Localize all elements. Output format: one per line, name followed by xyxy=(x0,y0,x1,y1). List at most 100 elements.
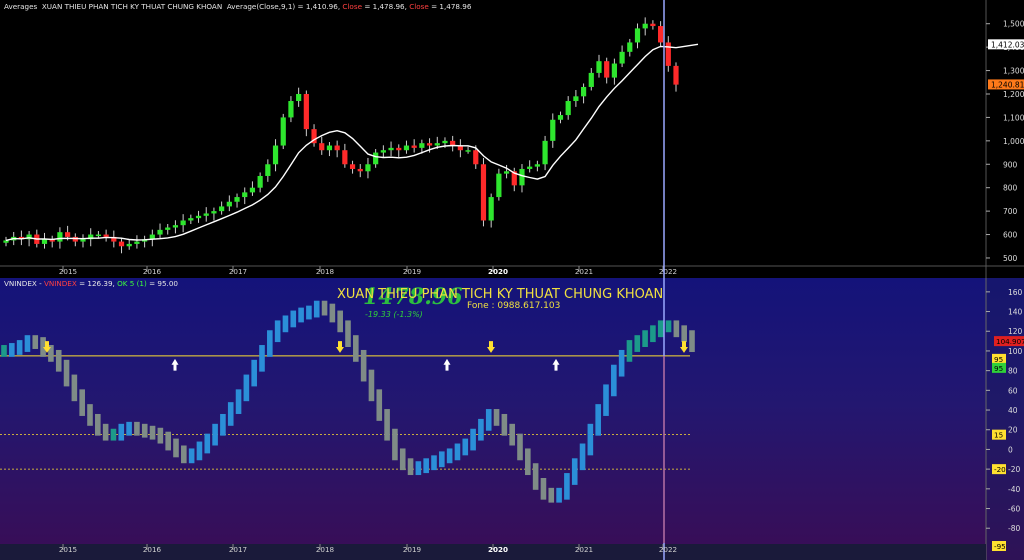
osc-hist-bar xyxy=(611,364,617,397)
osc-y-tick-label: -20 xyxy=(1008,465,1020,474)
candle-up xyxy=(488,197,494,221)
candle-up xyxy=(550,119,556,141)
osc-hist-bar xyxy=(626,340,633,362)
osc-ok-label: OK 5 (1) xyxy=(117,279,147,288)
osc-hist-bar xyxy=(423,458,429,474)
price-y-tick-label: 900 xyxy=(1003,160,1018,169)
candle-down xyxy=(480,164,487,221)
osc-y-tick-label: 20 xyxy=(1008,426,1018,435)
candle-up xyxy=(288,101,294,118)
osc-hist-bar xyxy=(313,300,320,318)
osc-y-tick-label: 100 xyxy=(1008,347,1023,356)
candle-up xyxy=(272,145,279,165)
price-panel[interactable]: 1,5001,4001,3001,2001,1001,0009008007006… xyxy=(0,0,1024,278)
osc-hist-bar xyxy=(595,404,601,436)
osc-hist-bar xyxy=(345,320,351,348)
ma-badge: 1,412.03 xyxy=(991,40,1024,49)
osc-hist-bar xyxy=(87,404,93,426)
candle-up xyxy=(365,164,371,172)
candle-up xyxy=(226,201,232,207)
candle-up xyxy=(126,243,132,247)
oscillator-panel[interactable]: 160 140 120 100 80 60 40 20 0 -20 -40 -60 -80 2015 201… xyxy=(0,278,1024,560)
osc-hist-bar xyxy=(548,487,555,503)
moving-average-line xyxy=(5,45,677,242)
osc-hist-bar xyxy=(196,441,203,461)
candle-up xyxy=(627,42,633,52)
candle-down xyxy=(118,241,125,247)
osc-hist-bar xyxy=(220,413,226,436)
close-badge: 1,240.81 xyxy=(991,80,1024,89)
osc-hist-bar xyxy=(157,427,164,444)
price-title-prefix: Averages xyxy=(4,2,38,11)
osc-hist-bar xyxy=(71,374,78,402)
osc-badge: -20 xyxy=(994,465,1006,474)
osc-hist-bar xyxy=(462,438,469,456)
buy-arrow-icon xyxy=(552,358,560,371)
osc-hist-bar xyxy=(267,330,273,357)
osc-x-tick-label: 2021 xyxy=(575,545,593,554)
candle-up xyxy=(527,166,533,169)
candle-down xyxy=(473,150,479,165)
sell-arrow-icon xyxy=(487,341,495,353)
candle-down xyxy=(604,61,610,78)
osc-hist-bar xyxy=(650,325,656,343)
osc-hist-bar xyxy=(454,443,461,461)
candle-down xyxy=(103,234,109,237)
candle-down xyxy=(396,147,402,151)
price-chart[interactable]: 1,5001,4001,3001,2001,1001,0009008007006… xyxy=(0,0,1024,278)
candle-down xyxy=(319,143,325,151)
osc-hist-bar xyxy=(368,369,375,402)
price-x-tick-label: 2016 xyxy=(143,267,162,276)
close-label-1: Close xyxy=(342,2,363,11)
osc-series-red: VNINDEX xyxy=(43,279,77,288)
candle-down xyxy=(657,26,664,43)
oscillator-chart[interactable]: 160 140 120 100 80 60 40 20 0 -20 -40 -60 -80 2015 201… xyxy=(0,278,1024,560)
candle-up xyxy=(188,218,194,221)
osc-hist-bar xyxy=(564,473,570,500)
candle-up xyxy=(195,215,202,219)
osc-hist-bar xyxy=(118,423,125,441)
osc-hist-bar xyxy=(32,335,39,349)
candle-down xyxy=(342,150,348,165)
osc-badge: 95 xyxy=(994,355,1003,364)
osc-hist-bar xyxy=(493,409,500,426)
osc-x-tick-label: 2016 xyxy=(143,545,162,554)
candle-up xyxy=(534,164,540,167)
buy-arrow-icon xyxy=(443,358,451,371)
price-x-tick-label: 2020 xyxy=(488,267,508,276)
candle-down xyxy=(349,164,356,169)
phone-label: Fone : 0988.617.103 xyxy=(467,301,561,311)
osc-series-value: = 126.39, xyxy=(79,279,115,288)
candle-up xyxy=(41,239,48,244)
osc-hist-bar xyxy=(282,315,289,333)
osc-hist-bar xyxy=(259,345,265,372)
osc-hist-bar xyxy=(571,458,578,485)
candle-up xyxy=(326,145,333,151)
sell-arrow-icon xyxy=(336,341,344,353)
price-y-tick-label: 1,300 xyxy=(1003,67,1024,76)
candle-up xyxy=(611,63,617,78)
candle-up xyxy=(642,23,648,29)
candle-up xyxy=(172,225,179,228)
candle-up xyxy=(557,115,564,120)
osc-hist-bar xyxy=(657,320,664,338)
osc-x-tick-label: 2015 xyxy=(59,545,77,554)
osc-series-name: VNINDEX - xyxy=(4,279,42,288)
osc-y-tick-label: 0 xyxy=(1008,445,1013,454)
price-title-name: XUAN THIEU PHAN TICH KY THUAT CHUNG KHOA… xyxy=(41,2,223,11)
osc-hist-bar xyxy=(360,349,367,382)
amibroker-chart-window: 1,5001,4001,3001,2001,1001,0009008007006… xyxy=(0,0,1024,560)
osc-y-tick-label: 120 xyxy=(1008,327,1023,336)
osc-y-tick-label: -80 xyxy=(1008,524,1020,533)
osc-hist-bar xyxy=(556,487,562,503)
candle-down xyxy=(357,168,363,172)
osc-hist-bar xyxy=(485,409,492,431)
price-y-tick-label: 1,000 xyxy=(1003,137,1024,146)
candle-up xyxy=(588,72,594,87)
moving-average-tail xyxy=(675,43,699,49)
candle-up xyxy=(57,232,63,242)
osc-x-tick-label: 2022 xyxy=(659,545,677,554)
osc-hist-bar xyxy=(141,423,148,438)
osc-hist-bar xyxy=(212,423,218,446)
candle-up xyxy=(219,206,225,212)
